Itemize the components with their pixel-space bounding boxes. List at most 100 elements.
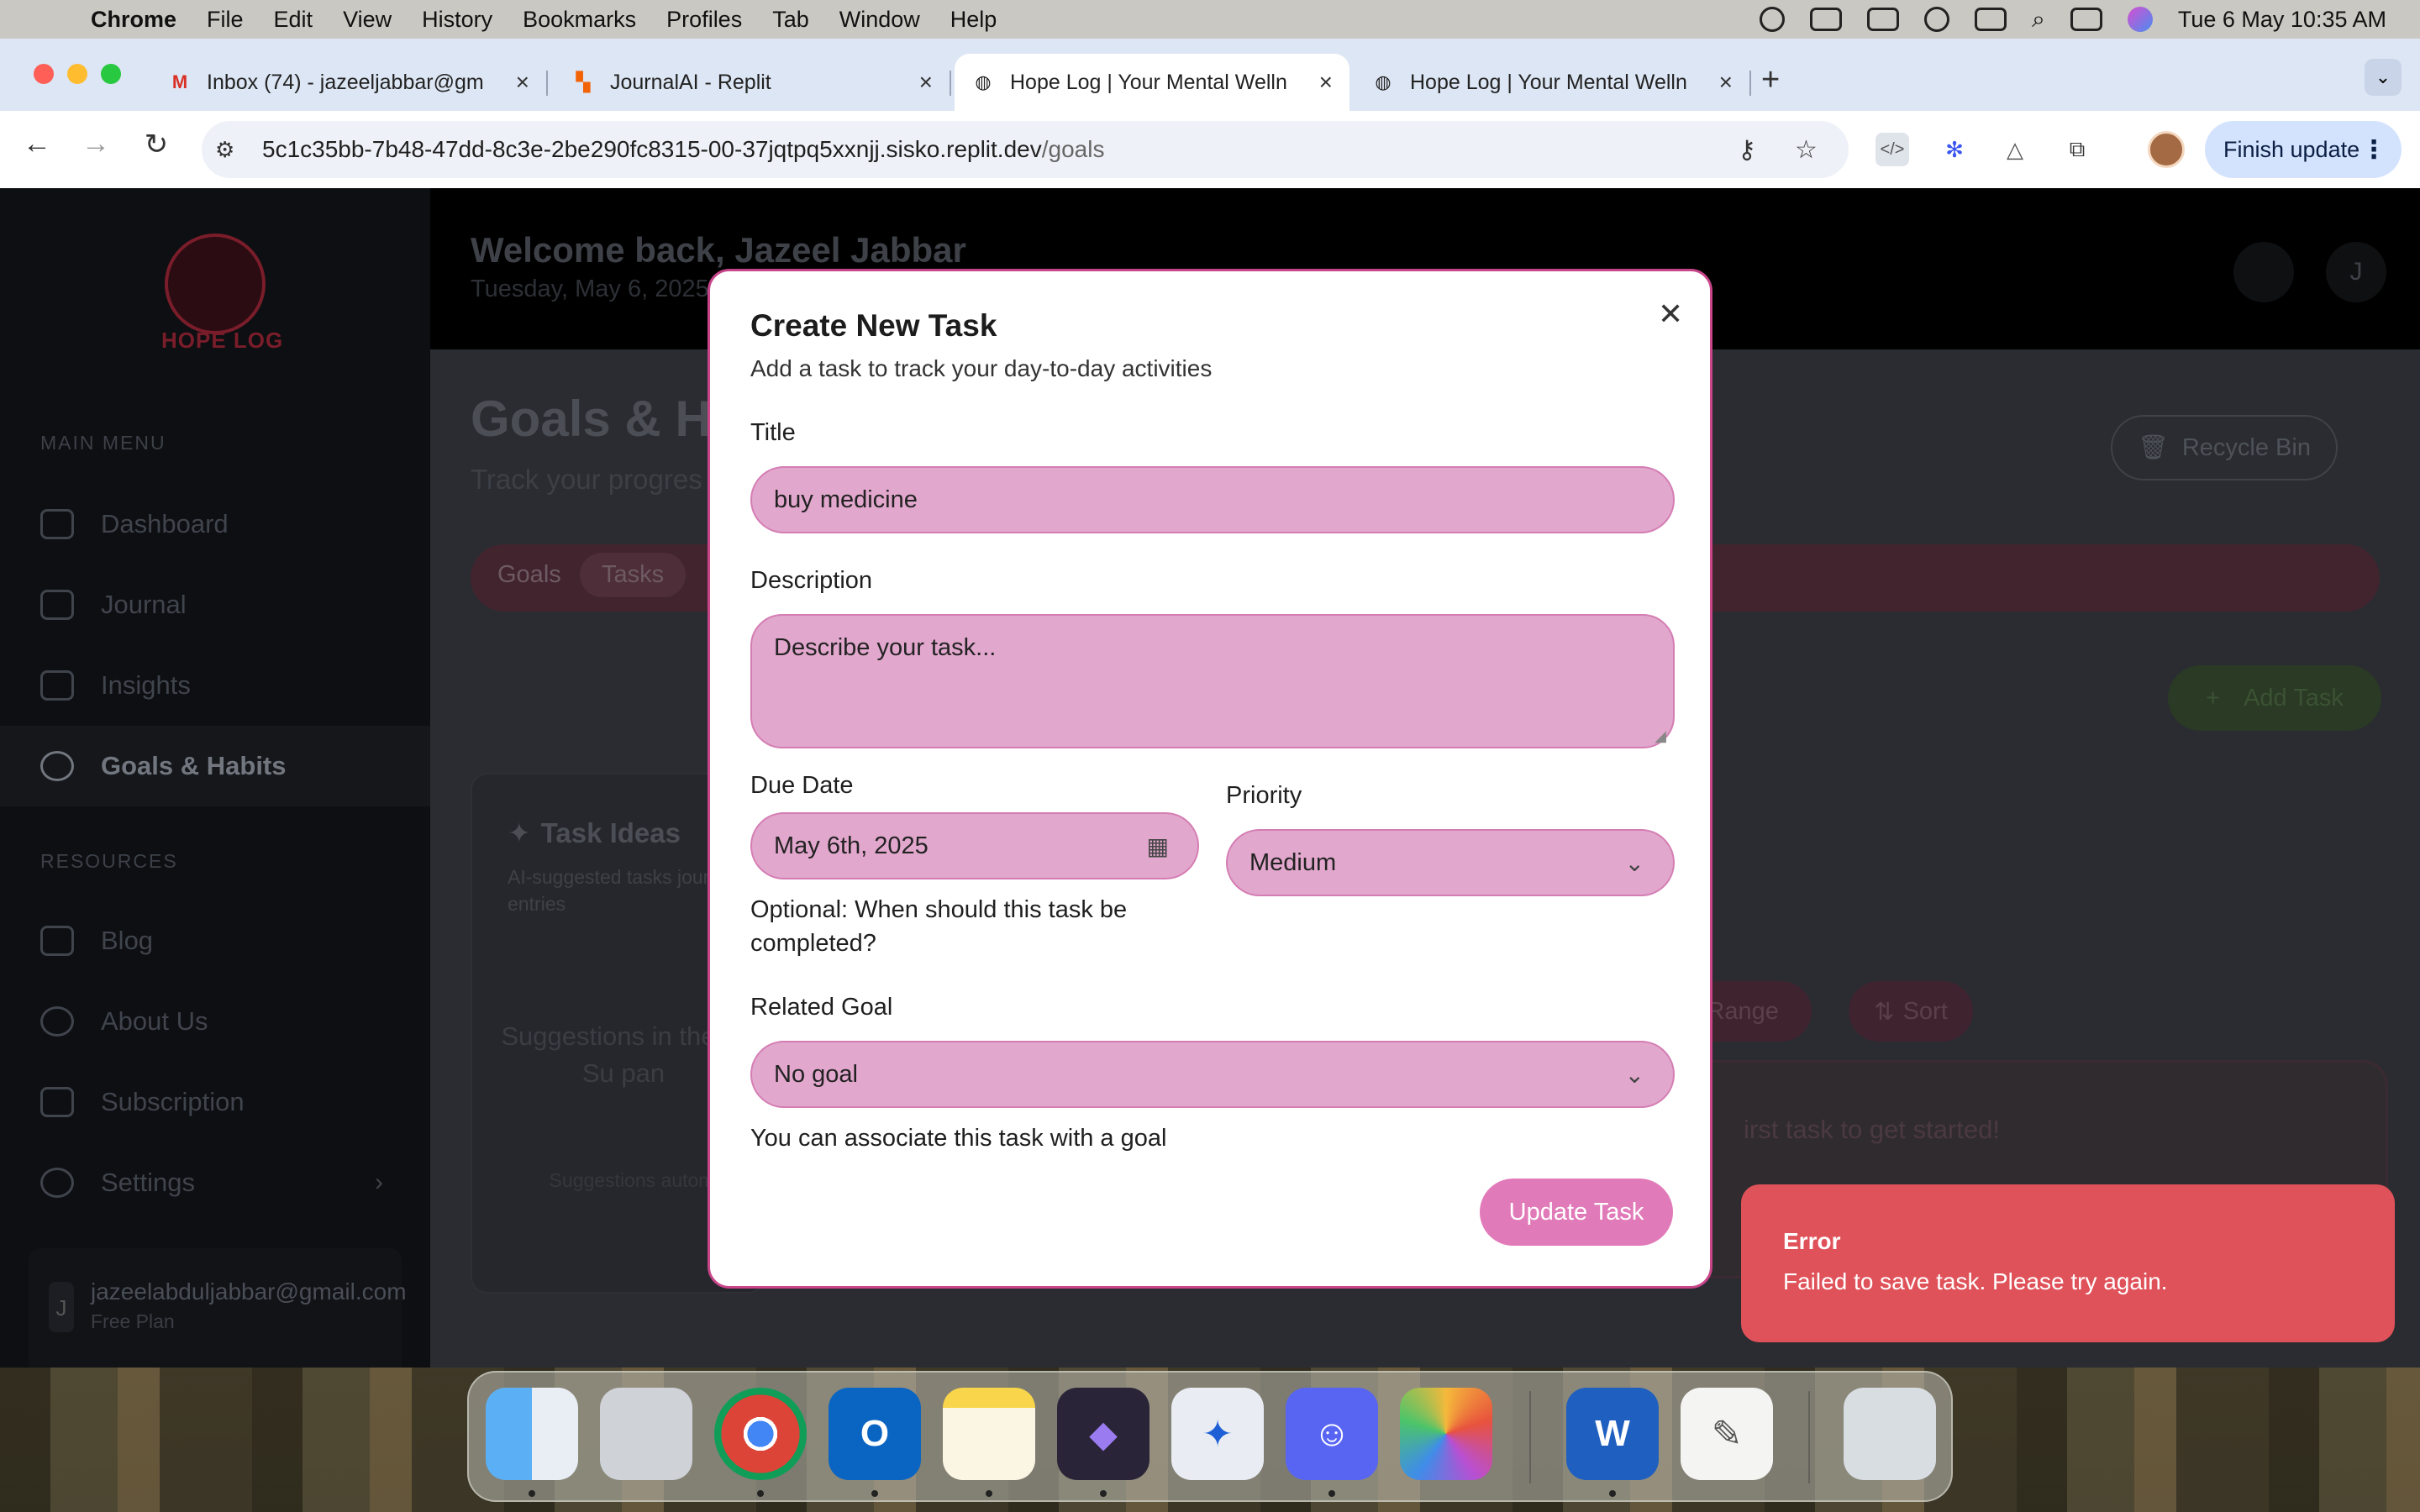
tab-tasks[interactable]: Tasks [580, 553, 687, 597]
resize-handle-icon[interactable]: ◢ [1655, 727, 1666, 745]
outlook-icon[interactable]: O [829, 1388, 921, 1480]
sidebar-item-insights[interactable]: Insights [0, 645, 430, 726]
update-task-button[interactable]: Update Task [1480, 1179, 1673, 1246]
battery-icon[interactable] [1867, 8, 1900, 31]
due-date-hint: Optional: When should this task be compl… [750, 896, 1128, 957]
minimize-window-icon[interactable] [67, 64, 87, 84]
due-date-picker[interactable]: May 6th, 2025 ▦ [750, 812, 1199, 879]
menu-profiles[interactable]: Profiles [666, 7, 742, 33]
launchpad-icon[interactable] [600, 1388, 692, 1480]
discord-icon[interactable]: ☺ [1286, 1388, 1378, 1480]
notes-icon[interactable] [943, 1388, 1035, 1480]
running-indicator [1100, 1490, 1107, 1497]
outlook-status-icon[interactable] [1810, 8, 1843, 31]
textedit-icon[interactable]: ✎ [1681, 1388, 1773, 1480]
chrome-icon[interactable] [714, 1388, 807, 1480]
replit-icon: ▚ [576, 71, 591, 92]
new-tab-button[interactable]: + [1761, 62, 1780, 98]
browser-tab-replit[interactable]: ▚ JournalAI - Replit × [555, 54, 951, 111]
globe-icon: ◍ [1375, 71, 1392, 92]
menu-window[interactable]: Window [839, 7, 920, 33]
word-icon[interactable]: W [1566, 1388, 1659, 1480]
page-title: Goals & H [471, 391, 712, 447]
reload-icon[interactable]: ↻ [134, 128, 178, 161]
browser-tab-hopelog[interactable]: ◍ Hope Log | Your Mental Welln × [1355, 54, 1751, 111]
sidebar-item-settings[interactable]: Settings › [0, 1142, 430, 1223]
photos-icon[interactable] [1400, 1388, 1492, 1480]
update-task-label: Update Task [1508, 1198, 1644, 1226]
menu-edit[interactable]: Edit [274, 7, 313, 33]
control-center-icon[interactable] [2070, 8, 2102, 31]
priority-select[interactable]: Medium ⌄ [1226, 829, 1675, 896]
sidebar-item-goals-habits[interactable]: Goals & Habits [0, 726, 430, 806]
close-icon[interactable]: ✕ [1658, 297, 1683, 332]
tab-search-chevron-icon[interactable]: ⌄ [2365, 59, 2402, 96]
menu-bookmarks[interactable]: Bookmarks [523, 7, 636, 33]
user-profile-card[interactable]: J jazeelabduljabbar@gmail.com Free Plan [29, 1248, 407, 1368]
header-user-avatar[interactable]: J [2326, 242, 2386, 302]
close-window-icon[interactable] [34, 64, 54, 84]
recycle-bin-button[interactable]: 🗑 Recycle Bin [2111, 415, 2338, 480]
sidebar-item-dashboard[interactable]: Dashboard [0, 484, 430, 564]
menu-view[interactable]: View [343, 7, 392, 33]
browser-tab-gmail[interactable]: M Inbox (74) - jazeeljabbar@gm × [151, 54, 548, 111]
related-goal-select[interactable]: No goal ⌄ [750, 1041, 1675, 1108]
sort-button[interactable]: ⇅ Sort [1849, 981, 1973, 1042]
sidebar-item-about-us[interactable]: About Us [0, 981, 430, 1062]
hope-log-logo-icon[interactable] [165, 234, 266, 334]
add-task-button[interactable]: + Add Task [2168, 665, 2381, 731]
gear-icon [40, 1168, 74, 1198]
description-textarea[interactable]: Describe your task... ◢ [750, 614, 1675, 748]
sidebar-item-subscription[interactable]: Subscription [0, 1062, 430, 1142]
snowflake-extension-icon[interactable]: ✻ [1938, 133, 1971, 166]
more-vertical-icon[interactable]: ⋮ [2361, 135, 2386, 165]
notification-bell-icon[interactable] [2233, 242, 2294, 302]
related-goal-hint: You can associate this task with a goal [750, 1125, 1167, 1152]
close-tab-icon[interactable]: × [1319, 69, 1333, 96]
obsidian-icon[interactable]: ◆ [1057, 1388, 1150, 1480]
menu-file[interactable]: File [207, 7, 244, 33]
sidebar: HOPE LOG MAIN MENU Dashboard Journal Ins… [0, 188, 430, 1368]
site-info-icon[interactable]: ⚙ [215, 137, 240, 162]
user-account-icon[interactable] [1924, 7, 1950, 32]
cloud-icon[interactable] [1760, 7, 1786, 32]
forward-arrow-icon[interactable]: → [74, 128, 118, 160]
sidebar-item-blog[interactable]: Blog [0, 900, 430, 981]
close-tab-icon[interactable]: × [1719, 69, 1733, 96]
menu-tab[interactable]: Tab [772, 7, 809, 33]
menu-history[interactable]: History [422, 7, 492, 33]
drive-extension-icon[interactable]: △ [1998, 133, 2032, 166]
close-tab-icon[interactable]: × [516, 69, 529, 96]
welcome-text: Welcome back, Jazeel Jabbar [471, 230, 966, 270]
title-input[interactable]: buy medicine [750, 466, 1675, 533]
finish-update-button[interactable]: Finish update ⋮ [2205, 121, 2402, 178]
tab-goals[interactable]: Goals [497, 561, 561, 589]
zoom-window-icon[interactable] [101, 64, 121, 84]
address-bar[interactable]: ⚙ 5c1c35bb-7b48-47dd-8c3e-2be290fc8315-0… [202, 121, 1849, 178]
dev-tools-extension-icon[interactable]: </> [1876, 133, 1909, 166]
menu-help[interactable]: Help [950, 7, 997, 33]
browser-tab-hopelog-active[interactable]: ◍ Hope Log | Your Mental Welln × [955, 54, 1349, 111]
sidebar-item-label: Blog [101, 926, 154, 955]
trash-icon[interactable] [1844, 1388, 1936, 1480]
description-placeholder: Describe your task... [774, 634, 997, 661]
chrome-profile-avatar[interactable] [2148, 131, 2185, 168]
finder-icon[interactable] [486, 1388, 578, 1480]
menubar-clock[interactable]: Tue 6 May 10:35 AM [2178, 7, 2386, 33]
sidebar-item-journal[interactable]: Journal [0, 564, 430, 645]
spark-icon[interactable]: ✦ [1171, 1388, 1264, 1480]
extensions-puzzle-icon[interactable]: ⧉ [2060, 133, 2094, 166]
bookmark-star-icon[interactable]: ☆ [1795, 135, 1818, 165]
error-toast[interactable]: Error Failed to save task. Please try ag… [1741, 1184, 2395, 1342]
back-arrow-icon[interactable]: ← [15, 128, 59, 160]
title-input-value: buy medicine [774, 486, 918, 513]
search-icon[interactable]: ⌕ [2032, 6, 2045, 34]
password-key-icon[interactable]: ⚷ [1738, 135, 1756, 165]
siri-icon[interactable] [2127, 7, 2153, 32]
menu-app-name[interactable]: Chrome [91, 7, 176, 33]
info-icon [40, 1006, 74, 1037]
close-tab-icon[interactable]: × [919, 69, 933, 96]
priority-label: Priority [1226, 782, 1302, 809]
sort-icon: ⇅ [1874, 998, 1895, 1026]
screen-mirroring-icon[interactable] [1975, 8, 2007, 31]
